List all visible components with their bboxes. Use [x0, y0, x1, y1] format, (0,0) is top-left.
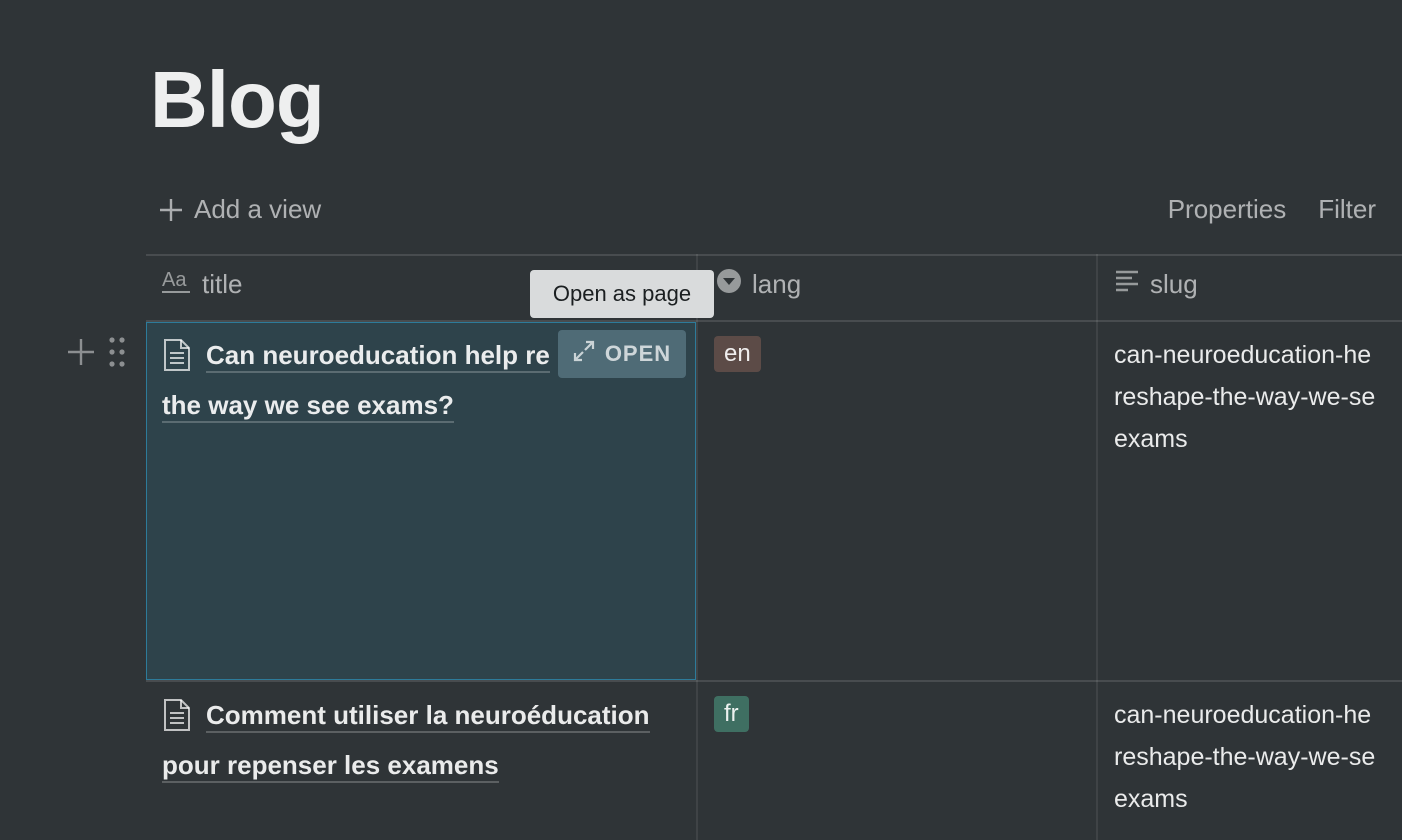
slug-cell[interactable]: can-neuroeducation-he reshape-the-way-we… — [1114, 334, 1402, 460]
database-toolbar: Add a view Properties Filter — [146, 186, 1402, 234]
row-title-text[interactable]: Comment utiliser la neuroéducation — [206, 700, 650, 733]
column-header-label: lang — [752, 269, 802, 299]
expand-arrows-icon — [573, 340, 595, 368]
row-title-text[interactable]: pour repenser les examens — [162, 750, 499, 783]
add-row-plus-icon[interactable] — [66, 337, 96, 372]
text-aa-icon: Aa — [162, 268, 192, 301]
tooltip: Open as page — [530, 270, 714, 318]
open-button-label: OPEN — [604, 341, 672, 366]
lang-tag[interactable]: en — [714, 336, 761, 372]
svg-text:Aa: Aa — [162, 269, 187, 291]
column-header-lang[interactable]: lang — [716, 268, 801, 301]
column-divider — [696, 254, 698, 840]
row-handle — [66, 336, 126, 373]
filter-button[interactable]: Filter — [1318, 194, 1376, 225]
properties-button[interactable]: Properties — [1168, 194, 1287, 225]
text-lines-icon — [1114, 268, 1140, 301]
column-divider — [1096, 254, 1098, 840]
drag-handle-icon[interactable] — [108, 336, 126, 373]
column-header-label: slug — [1150, 269, 1198, 299]
add-view-label: Add a view — [194, 194, 322, 224]
slug-cell[interactable]: can-neuroeducation-he reshape-the-way-we… — [1114, 694, 1402, 820]
row-divider — [146, 680, 1402, 682]
page-icon — [162, 338, 192, 384]
select-dropdown-icon — [716, 268, 742, 301]
page-icon — [162, 698, 192, 744]
page-title: Blog — [150, 55, 325, 144]
row-title-text[interactable]: the way we see exams? — [162, 390, 454, 423]
column-header-label: title — [202, 269, 243, 299]
table-top-border — [146, 254, 1402, 256]
lang-tag[interactable]: fr — [714, 696, 749, 732]
row-title-text[interactable]: Can neuroeducation help re — [206, 340, 550, 373]
plus-icon — [158, 197, 184, 223]
toolbar-actions: Properties Filter — [1168, 194, 1376, 225]
page: Blog Add a view Properties Filter Aa tit… — [0, 0, 1402, 840]
column-header-title[interactable]: Aa title — [162, 268, 242, 301]
open-as-page-button[interactable]: OPEN — [558, 330, 686, 378]
column-header-slug[interactable]: slug — [1114, 268, 1198, 301]
table-row-title[interactable]: Comment utiliser la neuroéducation pour … — [162, 694, 682, 786]
add-view-button[interactable]: Add a view — [158, 194, 321, 225]
